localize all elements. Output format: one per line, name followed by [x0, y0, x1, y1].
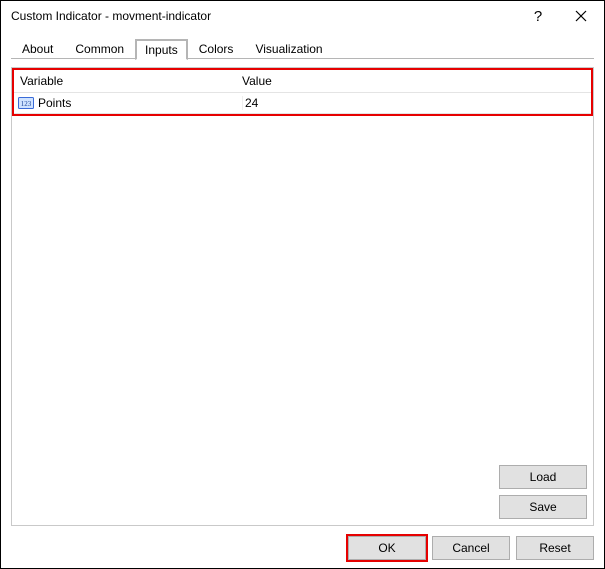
ok-button[interactable]: OK — [348, 536, 426, 560]
column-header-value: Value — [242, 74, 591, 88]
tab-baseline — [11, 58, 594, 59]
inputs-panel: Variable Value 123 Points 24 Load S — [11, 67, 594, 526]
window-title: Custom Indicator - movment-indicator — [11, 9, 518, 23]
highlight-table-area: Variable Value 123 Points 24 — [12, 68, 593, 116]
svg-text:123: 123 — [21, 100, 32, 108]
tab-label: Inputs — [145, 43, 178, 57]
help-button[interactable]: ? — [518, 1, 558, 31]
close-button[interactable] — [558, 1, 604, 31]
cancel-button[interactable]: Cancel — [432, 536, 510, 560]
dialog-footer: OK Cancel Reset — [1, 530, 604, 568]
tab-common[interactable]: Common — [64, 37, 135, 60]
column-header-variable: Variable — [20, 74, 242, 88]
tab-inputs[interactable]: Inputs — [135, 39, 188, 60]
dialog-window: Custom Indicator - movment-indicator ? A… — [0, 0, 605, 569]
titlebar: Custom Indicator - movment-indicator ? — [1, 1, 604, 31]
content-area: Variable Value 123 Points 24 Load S — [1, 59, 604, 530]
number-icon: 123 — [18, 96, 34, 110]
tab-visualization[interactable]: Visualization — [244, 37, 333, 60]
save-button[interactable]: Save — [499, 495, 587, 519]
cell-value[interactable]: 24 — [242, 96, 591, 110]
tab-label: About — [22, 42, 53, 56]
table-row[interactable]: 123 Points 24 — [14, 93, 591, 114]
tab-colors[interactable]: Colors — [188, 37, 245, 60]
tab-label: Colors — [199, 42, 234, 56]
side-buttons: Load Save — [499, 465, 587, 519]
load-button[interactable]: Load — [499, 465, 587, 489]
table-header: Variable Value — [14, 70, 591, 93]
cell-variable: Points — [38, 96, 242, 110]
tab-strip: About Common Inputs Colors Visualization — [1, 31, 604, 59]
reset-button[interactable]: Reset — [516, 536, 594, 560]
tab-about[interactable]: About — [11, 37, 64, 60]
tab-label: Visualization — [255, 42, 322, 56]
tab-label: Common — [75, 42, 124, 56]
close-icon — [575, 10, 587, 22]
